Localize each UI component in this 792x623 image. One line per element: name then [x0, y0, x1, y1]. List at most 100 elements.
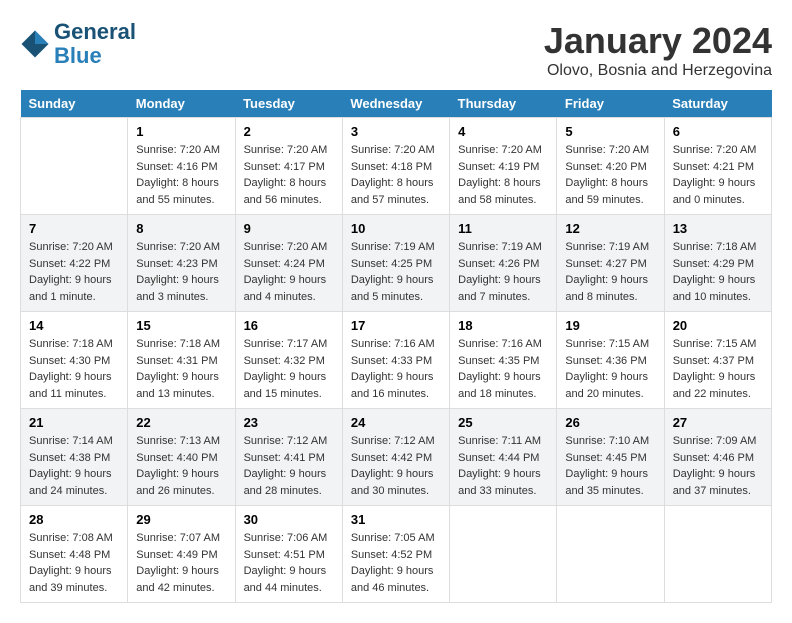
day-info: Sunrise: 7:13 AMSunset: 4:40 PMDaylight:…: [136, 433, 226, 499]
day-info: Sunrise: 7:17 AMSunset: 4:32 PMDaylight:…: [244, 336, 334, 402]
day-info: Sunrise: 7:16 AMSunset: 4:33 PMDaylight:…: [351, 336, 441, 402]
weekday-header: Saturday: [664, 90, 771, 118]
day-number: 5: [565, 124, 655, 139]
weekday-header: Friday: [557, 90, 664, 118]
day-info: Sunrise: 7:07 AMSunset: 4:49 PMDaylight:…: [136, 530, 226, 596]
day-number: 20: [673, 318, 763, 333]
calendar-cell: 10 Sunrise: 7:19 AMSunset: 4:25 PMDaylig…: [342, 215, 449, 312]
weekday-header: Tuesday: [235, 90, 342, 118]
day-info: Sunrise: 7:20 AMSunset: 4:23 PMDaylight:…: [136, 239, 226, 305]
day-info: Sunrise: 7:20 AMSunset: 4:18 PMDaylight:…: [351, 142, 441, 208]
day-info: Sunrise: 7:12 AMSunset: 4:41 PMDaylight:…: [244, 433, 334, 499]
day-info: Sunrise: 7:09 AMSunset: 4:46 PMDaylight:…: [673, 433, 763, 499]
day-info: Sunrise: 7:15 AMSunset: 4:37 PMDaylight:…: [673, 336, 763, 402]
day-number: 25: [458, 415, 548, 430]
day-number: 14: [29, 318, 119, 333]
day-info: Sunrise: 7:20 AMSunset: 4:16 PMDaylight:…: [136, 142, 226, 208]
calendar-cell: 19 Sunrise: 7:15 AMSunset: 4:36 PMDaylig…: [557, 312, 664, 409]
calendar-cell: 23 Sunrise: 7:12 AMSunset: 4:41 PMDaylig…: [235, 409, 342, 506]
calendar-cell: 27 Sunrise: 7:09 AMSunset: 4:46 PMDaylig…: [664, 409, 771, 506]
calendar-cell: 9 Sunrise: 7:20 AMSunset: 4:24 PMDayligh…: [235, 215, 342, 312]
day-number: 31: [351, 512, 441, 527]
calendar-cell: 11 Sunrise: 7:19 AMSunset: 4:26 PMDaylig…: [450, 215, 557, 312]
day-number: 2: [244, 124, 334, 139]
calendar-body: 1 Sunrise: 7:20 AMSunset: 4:16 PMDayligh…: [21, 118, 772, 603]
day-info: Sunrise: 7:20 AMSunset: 4:24 PMDaylight:…: [244, 239, 334, 305]
calendar-cell: 6 Sunrise: 7:20 AMSunset: 4:21 PMDayligh…: [664, 118, 771, 215]
day-info: Sunrise: 7:18 AMSunset: 4:29 PMDaylight:…: [673, 239, 763, 305]
day-number: 22: [136, 415, 226, 430]
title-block: January 2024 Olovo, Bosnia and Herzegovi…: [544, 20, 772, 80]
calendar-week-row: 1 Sunrise: 7:20 AMSunset: 4:16 PMDayligh…: [21, 118, 772, 215]
logo-text: General Blue: [54, 20, 136, 68]
day-number: 19: [565, 318, 655, 333]
day-number: 16: [244, 318, 334, 333]
calendar-cell: 1 Sunrise: 7:20 AMSunset: 4:16 PMDayligh…: [128, 118, 235, 215]
day-info: Sunrise: 7:19 AMSunset: 4:25 PMDaylight:…: [351, 239, 441, 305]
day-number: 6: [673, 124, 763, 139]
day-number: 26: [565, 415, 655, 430]
calendar-cell: 8 Sunrise: 7:20 AMSunset: 4:23 PMDayligh…: [128, 215, 235, 312]
month-title: January 2024: [544, 20, 772, 62]
day-info: Sunrise: 7:14 AMSunset: 4:38 PMDaylight:…: [29, 433, 119, 499]
day-number: 10: [351, 221, 441, 236]
calendar-cell: 22 Sunrise: 7:13 AMSunset: 4:40 PMDaylig…: [128, 409, 235, 506]
calendar-cell: 28 Sunrise: 7:08 AMSunset: 4:48 PMDaylig…: [21, 506, 128, 603]
day-info: Sunrise: 7:16 AMSunset: 4:35 PMDaylight:…: [458, 336, 548, 402]
calendar-cell: 30 Sunrise: 7:06 AMSunset: 4:51 PMDaylig…: [235, 506, 342, 603]
day-info: Sunrise: 7:19 AMSunset: 4:27 PMDaylight:…: [565, 239, 655, 305]
day-number: 3: [351, 124, 441, 139]
calendar-cell: 17 Sunrise: 7:16 AMSunset: 4:33 PMDaylig…: [342, 312, 449, 409]
day-number: 21: [29, 415, 119, 430]
day-info: Sunrise: 7:11 AMSunset: 4:44 PMDaylight:…: [458, 433, 548, 499]
day-number: 30: [244, 512, 334, 527]
day-number: 23: [244, 415, 334, 430]
weekday-header: Sunday: [21, 90, 128, 118]
day-info: Sunrise: 7:20 AMSunset: 4:22 PMDaylight:…: [29, 239, 119, 305]
day-info: Sunrise: 7:20 AMSunset: 4:21 PMDaylight:…: [673, 142, 763, 208]
day-number: 1: [136, 124, 226, 139]
day-info: Sunrise: 7:15 AMSunset: 4:36 PMDaylight:…: [565, 336, 655, 402]
calendar-cell: 20 Sunrise: 7:15 AMSunset: 4:37 PMDaylig…: [664, 312, 771, 409]
day-info: Sunrise: 7:19 AMSunset: 4:26 PMDaylight:…: [458, 239, 548, 305]
day-info: Sunrise: 7:06 AMSunset: 4:51 PMDaylight:…: [244, 530, 334, 596]
calendar-cell: 7 Sunrise: 7:20 AMSunset: 4:22 PMDayligh…: [21, 215, 128, 312]
calendar-cell: 15 Sunrise: 7:18 AMSunset: 4:31 PMDaylig…: [128, 312, 235, 409]
weekday-row: SundayMondayTuesdayWednesdayThursdayFrid…: [21, 90, 772, 118]
day-number: 4: [458, 124, 548, 139]
weekday-header: Monday: [128, 90, 235, 118]
day-number: 7: [29, 221, 119, 236]
calendar-cell: [557, 506, 664, 603]
logo-icon: [20, 29, 50, 59]
day-info: Sunrise: 7:05 AMSunset: 4:52 PMDaylight:…: [351, 530, 441, 596]
calendar-cell: [21, 118, 128, 215]
day-info: Sunrise: 7:08 AMSunset: 4:48 PMDaylight:…: [29, 530, 119, 596]
calendar-week-row: 14 Sunrise: 7:18 AMSunset: 4:30 PMDaylig…: [21, 312, 772, 409]
calendar-week-row: 7 Sunrise: 7:20 AMSunset: 4:22 PMDayligh…: [21, 215, 772, 312]
day-number: 12: [565, 221, 655, 236]
calendar-cell: 29 Sunrise: 7:07 AMSunset: 4:49 PMDaylig…: [128, 506, 235, 603]
day-number: 18: [458, 318, 548, 333]
day-number: 27: [673, 415, 763, 430]
calendar-cell: 4 Sunrise: 7:20 AMSunset: 4:19 PMDayligh…: [450, 118, 557, 215]
day-info: Sunrise: 7:20 AMSunset: 4:17 PMDaylight:…: [244, 142, 334, 208]
day-number: 11: [458, 221, 548, 236]
day-info: Sunrise: 7:18 AMSunset: 4:31 PMDaylight:…: [136, 336, 226, 402]
day-info: Sunrise: 7:18 AMSunset: 4:30 PMDaylight:…: [29, 336, 119, 402]
calendar-cell: 16 Sunrise: 7:17 AMSunset: 4:32 PMDaylig…: [235, 312, 342, 409]
weekday-header: Thursday: [450, 90, 557, 118]
day-info: Sunrise: 7:12 AMSunset: 4:42 PMDaylight:…: [351, 433, 441, 499]
calendar-cell: 31 Sunrise: 7:05 AMSunset: 4:52 PMDaylig…: [342, 506, 449, 603]
day-info: Sunrise: 7:20 AMSunset: 4:20 PMDaylight:…: [565, 142, 655, 208]
calendar-cell: 18 Sunrise: 7:16 AMSunset: 4:35 PMDaylig…: [450, 312, 557, 409]
day-number: 29: [136, 512, 226, 527]
calendar-cell: [664, 506, 771, 603]
day-number: 9: [244, 221, 334, 236]
day-number: 24: [351, 415, 441, 430]
day-info: Sunrise: 7:10 AMSunset: 4:45 PMDaylight:…: [565, 433, 655, 499]
day-info: Sunrise: 7:20 AMSunset: 4:19 PMDaylight:…: [458, 142, 548, 208]
calendar-table: SundayMondayTuesdayWednesdayThursdayFrid…: [20, 90, 772, 603]
day-number: 17: [351, 318, 441, 333]
calendar-cell: 24 Sunrise: 7:12 AMSunset: 4:42 PMDaylig…: [342, 409, 449, 506]
calendar-cell: 5 Sunrise: 7:20 AMSunset: 4:20 PMDayligh…: [557, 118, 664, 215]
